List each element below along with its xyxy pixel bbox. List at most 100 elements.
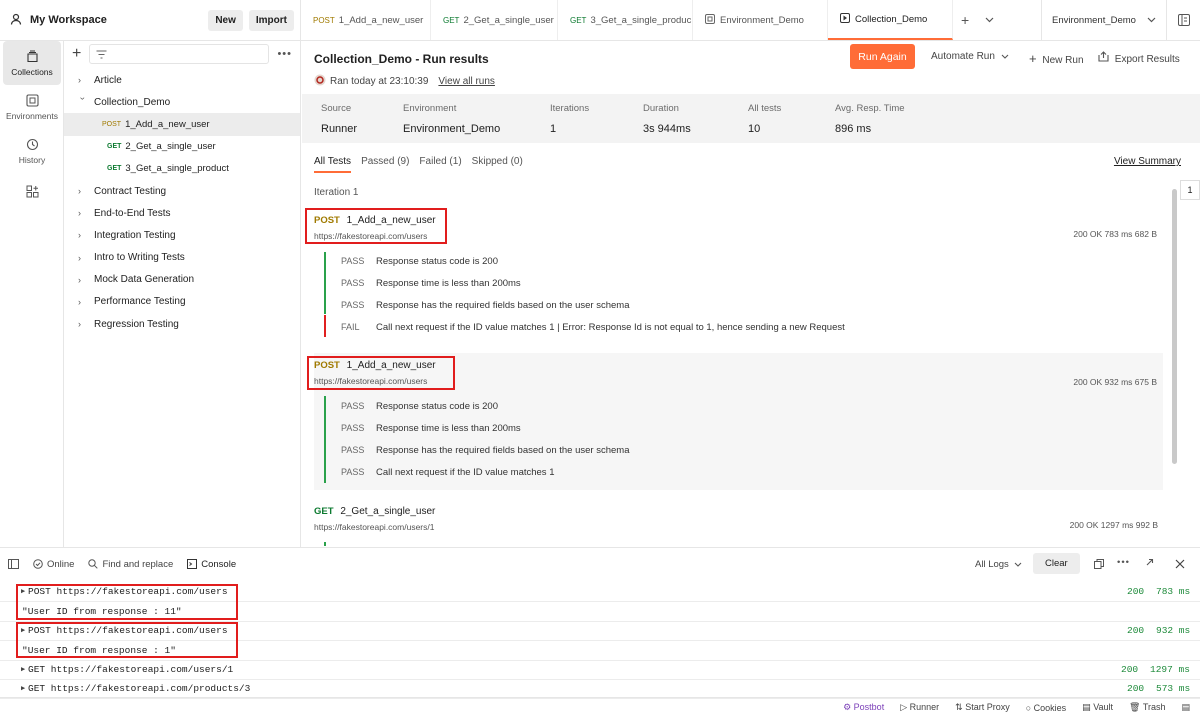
workspace-name[interactable]: My Workspace — [30, 14, 208, 26]
summary-iterations: Iterations 1 — [550, 103, 589, 135]
run-summary: Source Runner Environment Environment_De… — [302, 94, 1200, 143]
chevron-right-icon: › — [78, 296, 81, 307]
toggle-sidebar-icon[interactable] — [8, 559, 19, 569]
sidebar-item-3-get-a-single-product[interactable]: GET 3_Get_a_single_product — [64, 158, 300, 180]
summary-value: Environment_Demo — [403, 123, 501, 135]
tab-1-add-a-new-user[interactable]: POST 1_Add_a_new_user — [301, 0, 431, 40]
iteration-tab[interactable]: 1 — [1180, 180, 1200, 200]
rail-item-collections[interactable]: Collections — [3, 41, 61, 85]
rail-item-environments[interactable]: Environments — [3, 85, 61, 129]
find-and-replace-button[interactable]: Find and replace — [88, 559, 173, 570]
sidebar-item-label: Performance Testing — [94, 296, 186, 308]
export-results-button[interactable]: Export Results — [1098, 51, 1180, 65]
results-scrollbar[interactable] — [1172, 189, 1177, 464]
cookies-button[interactable]: ○ Cookies — [1026, 703, 1066, 713]
sidebar-item-contract-testing[interactable]: › Contract Testing — [64, 180, 300, 202]
top-bar: My Workspace New Import POST 1_Add_a_new… — [0, 0, 1200, 41]
run-again-button[interactable]: Run Again — [850, 44, 915, 69]
method-badge: GET — [107, 165, 122, 173]
summary-value: 3s 944ms — [643, 123, 691, 135]
tab-passed[interactable]: Passed (9) — [361, 156, 409, 173]
request-result: GET 2_Get_a_single_user https://fakestor… — [314, 506, 1163, 546]
sidebar-item-mock-data-generation[interactable]: › Mock Data Generation — [64, 269, 300, 291]
import-button[interactable]: Import — [248, 9, 294, 31]
tab-environment-demo[interactable]: Environment_Demo — [693, 0, 828, 40]
status-bar: ⚙ Postbot ▷ Runner ⇅ Start Proxy ○ Cooki… — [0, 697, 1200, 717]
iteration-label: Iteration 1 — [314, 187, 359, 198]
request-title[interactable]: GET 2_Get_a_single_user — [314, 506, 435, 517]
sidebar-item-end-to-end-tests[interactable]: › End-to-End Tests — [64, 202, 300, 224]
highlight-box — [16, 584, 238, 620]
sidebar-item-2-get-a-single-user[interactable]: GET 2_Get_a_single_user — [64, 136, 300, 158]
chevron-right-icon: › — [78, 274, 81, 285]
sidebar-item-article[interactable]: › Article — [64, 69, 300, 91]
sidebar-item-regression-testing[interactable]: › Regression Testing — [64, 313, 300, 335]
add-tab-button[interactable]: + — [953, 0, 977, 40]
tab-failed[interactable]: Failed (1) — [419, 156, 461, 173]
run-results-panel: Collection_Demo - Run results Ran today … — [302, 41, 1200, 547]
tab-skipped[interactable]: Skipped (0) — [472, 156, 523, 173]
sidebar-item-performance-testing[interactable]: › Performance Testing — [64, 291, 300, 313]
environment-select[interactable]: Environment_Demo — [1041, 0, 1166, 40]
vault-button[interactable]: ▤ Vault — [1082, 702, 1113, 713]
sidebar-item-label: Regression Testing — [94, 318, 179, 330]
tab-2-get-a-single-user[interactable]: GET 2_Get_a_single_user — [431, 0, 558, 40]
highlight-box — [307, 356, 455, 390]
tab-label: Environment_Demo — [720, 14, 804, 26]
tab-all-tests[interactable]: All Tests — [314, 156, 352, 173]
copy-icon[interactable] — [1094, 559, 1104, 572]
trash-button[interactable]: 🗑 Trash — [1129, 702, 1165, 713]
log-text: GET https://fakestoreapi.com/users/1 — [28, 663, 234, 675]
start-proxy-label: Start Proxy — [965, 702, 1010, 712]
history-icon — [26, 138, 38, 150]
summary-avg-response: Avg. Resp. Time 896 ms — [835, 103, 905, 135]
tabs-overflow-chevron-icon[interactable] — [977, 0, 1002, 40]
new-button[interactable]: New — [208, 9, 243, 31]
more-options-icon[interactable]: ••• — [1117, 557, 1130, 568]
log-status: 200 — [1127, 585, 1145, 597]
console-log-row[interactable]: ▶ GET https://fakestoreapi.com/users/1 2… — [0, 660, 1200, 680]
sidebar-item-integration-testing[interactable]: › Integration Testing — [64, 224, 300, 246]
help-icon[interactable]: ▤ — [1181, 702, 1190, 713]
console-toolbar: Online Find and replace Console All Logs… — [0, 547, 1200, 580]
runner-label: Runner — [909, 702, 940, 712]
all-logs-select[interactable]: All Logs — [975, 559, 1022, 570]
online-status[interactable]: Online — [33, 559, 74, 570]
view-all-runs-link[interactable]: View all runs — [438, 76, 495, 87]
view-summary-link[interactable]: View Summary — [1114, 156, 1181, 167]
online-label: Online — [47, 558, 75, 570]
expand-arrow-icon[interactable]: ▶ — [21, 684, 25, 693]
tab-label: 3_Get_a_single_produc — [590, 14, 692, 26]
rail-item-configure[interactable] — [3, 173, 61, 209]
tab-3-get-a-single-product[interactable]: GET 3_Get_a_single_produc — [558, 0, 693, 40]
sidebar-filter-input[interactable] — [89, 44, 270, 64]
postbot-button[interactable]: ⚙ Postbot — [843, 702, 884, 713]
start-proxy-button[interactable]: ⇅ Start Proxy — [955, 702, 1010, 713]
console-log-row[interactable]: ▶ GET https://fakestoreapi.com/products/… — [0, 679, 1200, 699]
expand-icon[interactable] — [1145, 558, 1154, 570]
summary-label: Environment — [403, 103, 457, 114]
sidebar-item-1-add-a-new-user[interactable]: POST 1_Add_a_new_user — [64, 113, 300, 136]
test-name: Response time is less than 200ms — [376, 278, 521, 289]
summary-all-tests: All tests 10 — [748, 103, 781, 135]
collections-icon — [26, 49, 38, 62]
summary-label: Duration — [643, 103, 679, 114]
expand-arrow-icon[interactable]: ▶ — [21, 665, 25, 674]
tab-collection-demo[interactable]: Collection_Demo — [828, 0, 953, 40]
rail-item-history[interactable]: History — [3, 129, 61, 173]
console-button[interactable]: Console — [187, 559, 236, 570]
automate-run-button[interactable]: Automate Run — [931, 51, 1009, 62]
add-collection-icon[interactable]: + — [72, 45, 81, 63]
more-options-icon[interactable]: ••• — [277, 48, 292, 60]
close-icon[interactable] — [1175, 559, 1185, 572]
sidebar-item-collection-demo[interactable]: › Collection_Demo — [64, 91, 300, 113]
sidebar-item-intro-to-writing-tests[interactable]: › Intro to Writing Tests — [64, 247, 300, 269]
tab-label: 1_Add_a_new_user — [338, 14, 424, 26]
test-name: Call next request if the ID value matche… — [376, 467, 555, 478]
new-run-button[interactable]: + New Run — [1029, 51, 1084, 66]
test-name: Response status code is 200 — [376, 256, 498, 267]
runner-button[interactable]: ▷ Runner — [900, 702, 939, 713]
clear-button[interactable]: Clear — [1033, 553, 1080, 574]
test-name: Response has the required fields based o… — [376, 300, 630, 311]
environment-quick-look-icon[interactable] — [1166, 0, 1200, 40]
